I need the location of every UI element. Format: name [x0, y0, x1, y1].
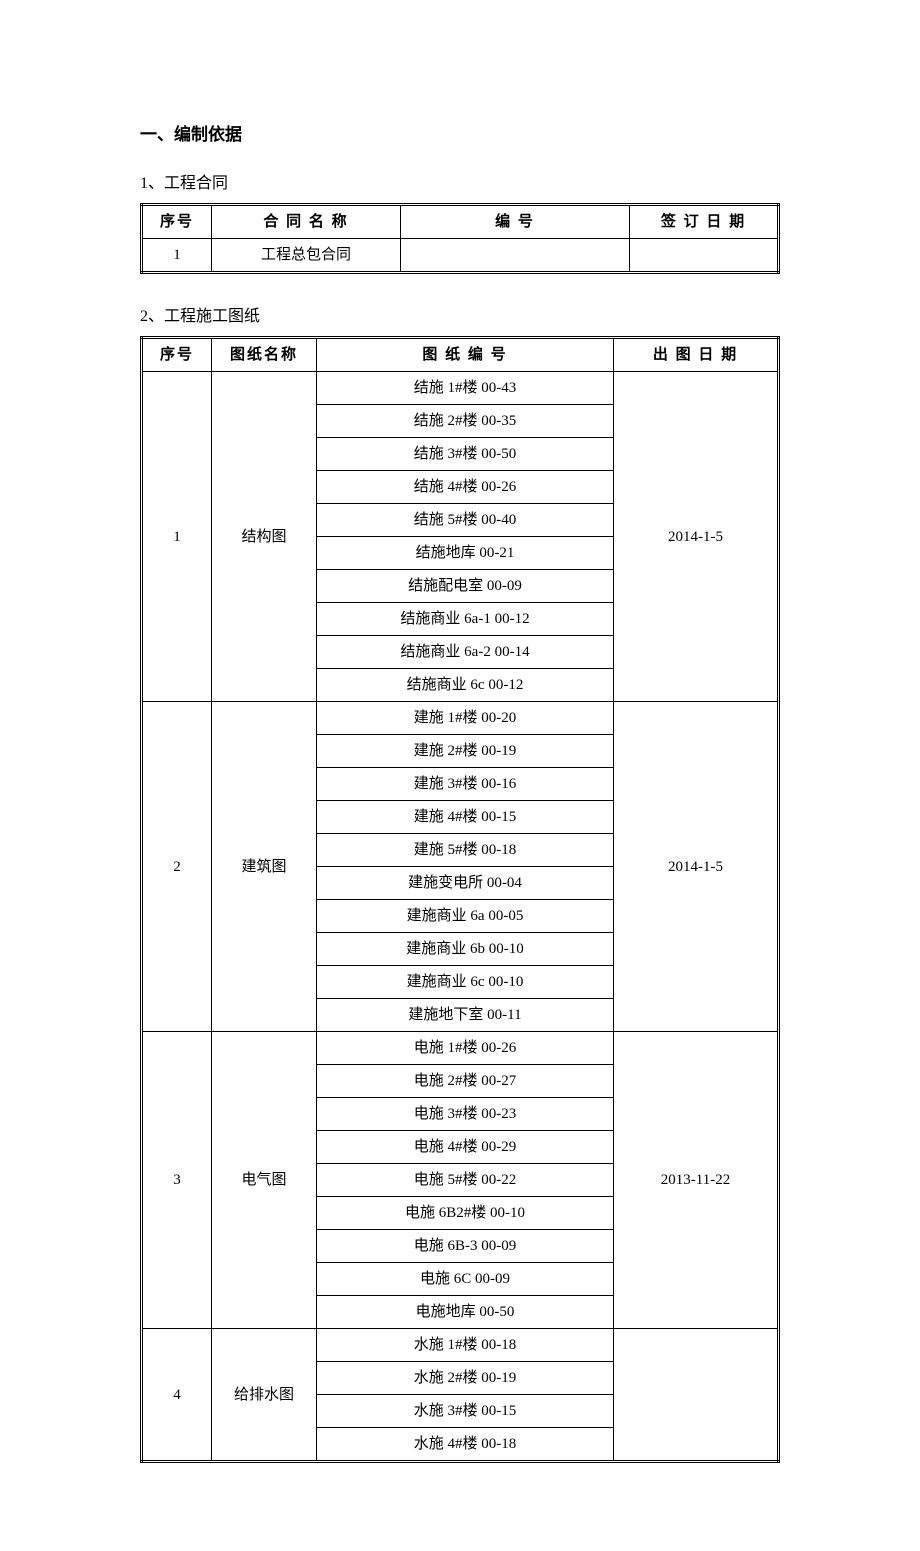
cell-drawing-number: 建施变电所 00-04 [317, 867, 614, 900]
cell-seq: 3 [142, 1032, 212, 1329]
cell-drawing-number: 建施 1#楼 00-20 [317, 702, 614, 735]
cell-drawing-number: 建施 2#楼 00-19 [317, 735, 614, 768]
cell-name: 电气图 [212, 1032, 317, 1329]
cell-name: 结构图 [212, 372, 317, 702]
cell-drawing-number: 结施 1#楼 00-43 [317, 372, 614, 405]
cell-date [614, 1329, 779, 1462]
cell-drawing-number: 水施 1#楼 00-18 [317, 1329, 614, 1362]
cell-seq: 1 [142, 239, 212, 273]
table-header-row: 序号 合 同 名 称 编 号 签 订 日 期 [142, 205, 779, 239]
cell-drawing-number: 结施商业 6c 00-12 [317, 669, 614, 702]
col-date: 签 订 日 期 [630, 205, 779, 239]
cell-drawing-number: 结施 3#楼 00-50 [317, 438, 614, 471]
table-header-row: 序号 图纸名称 图 纸 编 号 出 图 日 期 [142, 338, 779, 372]
section1-title: 1、工程合同 [140, 169, 780, 193]
cell-drawing-number: 电施 4#楼 00-29 [317, 1131, 614, 1164]
cell-drawing-number: 电施 5#楼 00-22 [317, 1164, 614, 1197]
cell-drawing-number: 结施配电室 00-09 [317, 570, 614, 603]
cell-drawing-number: 电施地库 00-50 [317, 1296, 614, 1329]
cell-date: 2014-1-5 [614, 702, 779, 1032]
table-row: 1工程总包合同 [142, 239, 779, 273]
table-row: 3电气图电施 1#楼 00-262013-11-22 [142, 1032, 779, 1065]
cell-date: 2014-1-5 [614, 372, 779, 702]
cell-drawing-number: 结施地库 00-21 [317, 537, 614, 570]
col-number: 编 号 [401, 205, 630, 239]
col-seq: 序号 [142, 338, 212, 372]
cell-drawing-number: 建施商业 6b 00-10 [317, 933, 614, 966]
cell-name: 给排水图 [212, 1329, 317, 1462]
cell-drawing-number: 结施 2#楼 00-35 [317, 405, 614, 438]
section2-title: 2、工程施工图纸 [140, 302, 780, 326]
cell-drawing-number: 建施 4#楼 00-15 [317, 801, 614, 834]
cell-drawing-number: 水施 4#楼 00-18 [317, 1428, 614, 1462]
col-seq: 序号 [142, 205, 212, 239]
cell-name: 建筑图 [212, 702, 317, 1032]
cell-drawing-number: 建施地下室 00-11 [317, 999, 614, 1032]
table-row: 4给排水图水施 1#楼 00-18 [142, 1329, 779, 1362]
drawings-table: 序号 图纸名称 图 纸 编 号 出 图 日 期 1结构图结施 1#楼 00-43… [140, 336, 780, 1463]
cell-drawing-number: 电施 6B2#楼 00-10 [317, 1197, 614, 1230]
cell-drawing-number: 水施 2#楼 00-19 [317, 1362, 614, 1395]
table-row: 1结构图结施 1#楼 00-432014-1-5 [142, 372, 779, 405]
cell-drawing-number: 建施 5#楼 00-18 [317, 834, 614, 867]
col-date: 出 图 日 期 [614, 338, 779, 372]
cell-drawing-number: 电施 1#楼 00-26 [317, 1032, 614, 1065]
cell-drawing-number: 水施 3#楼 00-15 [317, 1395, 614, 1428]
cell-drawing-number: 电施 6C 00-09 [317, 1263, 614, 1296]
cell-drawing-number: 结施商业 6a-2 00-14 [317, 636, 614, 669]
contract-table: 序号 合 同 名 称 编 号 签 订 日 期 1工程总包合同 [140, 203, 780, 274]
cell-seq: 4 [142, 1329, 212, 1462]
cell-name: 工程总包合同 [212, 239, 401, 273]
cell-drawing-number: 建施商业 6c 00-10 [317, 966, 614, 999]
document-page: 一、编制依据 1、工程合同 序号 合 同 名 称 编 号 签 订 日 期 1工程… [0, 0, 920, 1551]
cell-drawing-number: 电施 6B-3 00-09 [317, 1230, 614, 1263]
cell-drawing-number: 电施 2#楼 00-27 [317, 1065, 614, 1098]
col-name: 合 同 名 称 [212, 205, 401, 239]
cell-drawing-number: 结施 5#楼 00-40 [317, 504, 614, 537]
cell-seq: 1 [142, 372, 212, 702]
col-name: 图纸名称 [212, 338, 317, 372]
main-heading: 一、编制依据 [140, 120, 780, 145]
cell-drawing-number: 结施商业 6a-1 00-12 [317, 603, 614, 636]
cell-num [401, 239, 630, 273]
cell-date [630, 239, 779, 273]
cell-drawing-number: 建施 3#楼 00-16 [317, 768, 614, 801]
cell-drawing-number: 电施 3#楼 00-23 [317, 1098, 614, 1131]
cell-drawing-number: 结施 4#楼 00-26 [317, 471, 614, 504]
cell-date: 2013-11-22 [614, 1032, 779, 1329]
table-row: 2建筑图建施 1#楼 00-202014-1-5 [142, 702, 779, 735]
col-number: 图 纸 编 号 [317, 338, 614, 372]
cell-drawing-number: 建施商业 6a 00-05 [317, 900, 614, 933]
cell-seq: 2 [142, 702, 212, 1032]
